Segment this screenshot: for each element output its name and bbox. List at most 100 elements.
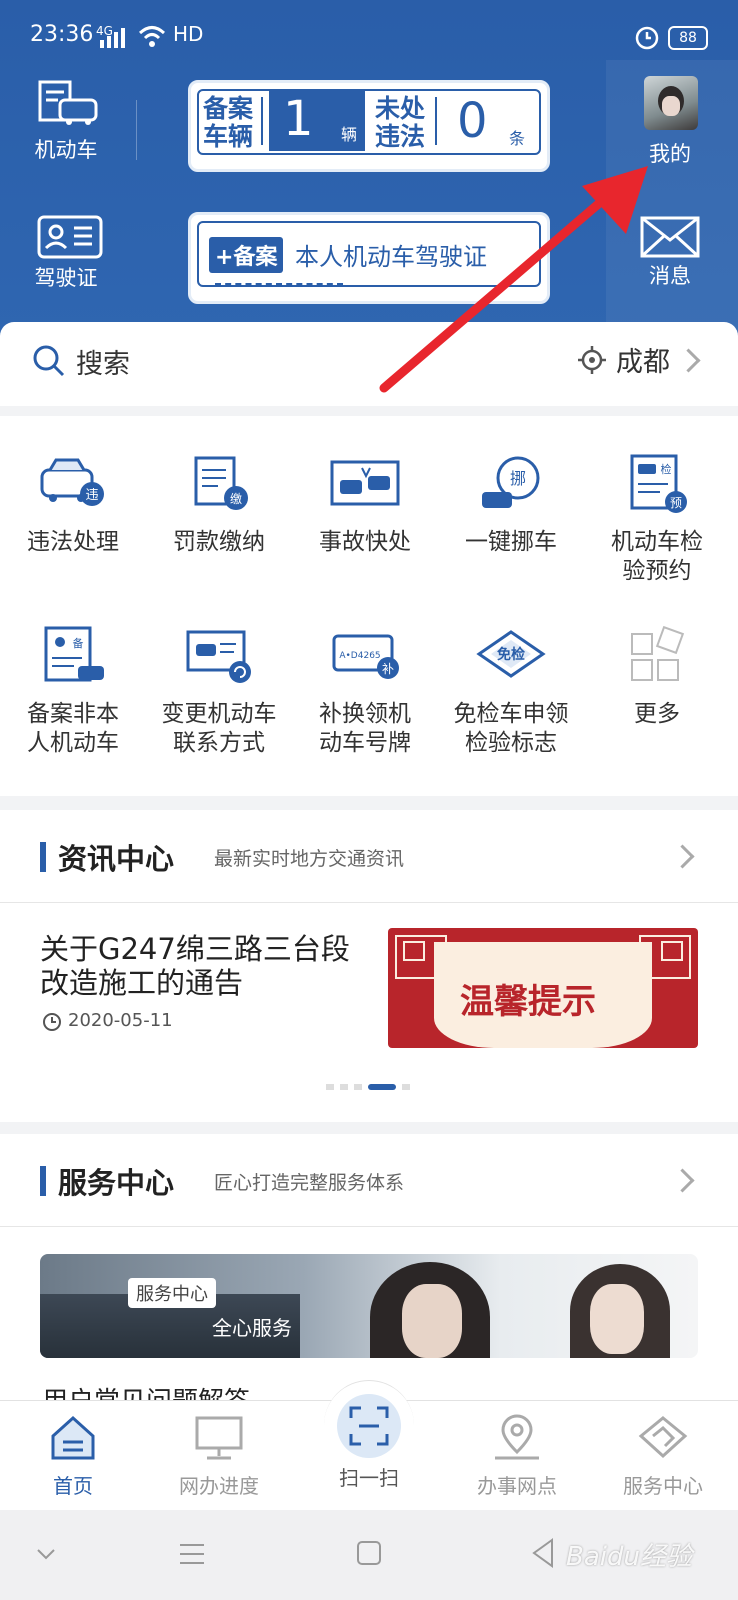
service-label: 免检车申领	[453, 701, 569, 727]
service-item-move-car[interactable]: 挪 一键挪车	[438, 454, 584, 557]
system-nav-bar: Baidu经验	[0, 1510, 738, 1600]
service-item-register-other[interactable]: 备 备案非本 人机动车	[0, 626, 146, 758]
violation-car-icon: 违	[40, 458, 104, 506]
wifi-icon	[138, 26, 166, 47]
home-square-icon[interactable]	[356, 1540, 382, 1566]
registered-label-2: 车辆	[203, 122, 254, 151]
register-badge: +备案	[209, 237, 284, 273]
move-car-icon: 挪	[482, 456, 540, 508]
move-badge: 挪	[510, 469, 526, 488]
news-subtitle[interactable]: 最新实时地方交通资讯	[214, 844, 404, 871]
tab-home[interactable]: 首页	[0, 1400, 146, 1499]
registered-label-1: 备案	[203, 94, 254, 123]
chevron-right-icon	[676, 348, 701, 373]
more-icon	[631, 625, 685, 681]
tab-outlets[interactable]: 办事网点	[444, 1400, 590, 1499]
watermark: Baidu经验	[566, 1542, 692, 1572]
news-banner[interactable]: 温馨提示	[388, 928, 698, 1048]
service-item-plate-replace[interactable]: A•D4265 补 补换领机 动车号牌	[292, 626, 438, 758]
plate-replace-icon: A•D4265 补	[332, 634, 399, 679]
hd-indicator: HD	[173, 22, 204, 46]
exempt-badge: 免检	[497, 646, 525, 663]
service-item-violation[interactable]: 违 违法处理	[0, 454, 146, 557]
violation-badge: 违	[85, 488, 98, 503]
tab-scan[interactable]: 扫一扫	[296, 1394, 442, 1491]
avatar	[644, 76, 698, 130]
service-label: 动车号牌	[319, 730, 411, 756]
vehicle-doc-icon	[38, 80, 98, 125]
clock-icon	[43, 1013, 61, 1031]
service-center-title: 服务中心	[58, 1166, 175, 1200]
news-article-title[interactable]: 关于G247绵三路三台段 改造施工的通告	[40, 932, 380, 1000]
service-center-section: 服务中心 匠心打造完整服务体系 服务中心 全心服务 用户常见问题解答	[0, 1134, 738, 1404]
tab-label: 网办进度	[179, 1474, 259, 1498]
inspect-badge-2: 预	[670, 496, 682, 510]
service-label: 一键挪车	[465, 529, 557, 555]
registered-count: 1	[283, 91, 314, 147]
service-grid: 违 违法处理 缴 罚款缴纳 事故快处 挪 一键挪车 检 预 机动车检 验预约 备…	[0, 416, 738, 796]
registered-count-box: 1 辆	[269, 89, 365, 151]
vehicle-summary-card[interactable]: 备案 车辆 1 辆 未处 违法 0 条	[188, 80, 550, 172]
menu-icon[interactable]	[178, 1542, 206, 1566]
tab-service-center[interactable]: 服务中心	[590, 1400, 736, 1499]
service-label: 验预约	[622, 558, 692, 584]
service-label: 违法处理	[27, 529, 119, 555]
license-label: 驾驶证	[34, 266, 98, 290]
fine-payment-icon: 缴	[194, 456, 248, 510]
vehicle-tile[interactable]: 机动车	[6, 78, 126, 188]
banner-text: 温馨提示	[460, 982, 596, 1022]
news-more-chevron-icon[interactable]	[670, 844, 695, 869]
service-label: 人机动车	[27, 730, 119, 756]
back-icon[interactable]	[530, 1538, 556, 1568]
license-tile[interactable]: 驾驶证	[6, 210, 126, 320]
banner-slogan: 全心服务	[212, 1316, 292, 1340]
handshake-icon	[638, 1416, 688, 1459]
news-date: 2020-05-11	[68, 1010, 173, 1031]
tab-label: 服务中心	[623, 1474, 703, 1498]
exempt-inspection-icon: 免检	[476, 630, 546, 678]
tab-progress[interactable]: 网办进度	[146, 1400, 292, 1499]
violation-label-2: 违法	[375, 122, 426, 151]
change-contact-icon	[186, 630, 251, 683]
violation-count: 0	[457, 93, 488, 149]
service-label: 机动车检	[611, 529, 703, 555]
red-arrow-annotation	[379, 166, 648, 393]
fine-badge: 缴	[230, 491, 242, 506]
service-item-accident[interactable]: 事故快处	[292, 454, 438, 557]
service-item-exempt[interactable]: 免检 免检车申领 检验标志	[438, 626, 584, 758]
banner-tag: 服务中心	[128, 1278, 216, 1308]
violation-label-1: 未处	[375, 94, 426, 123]
service-label: 联系方式	[173, 730, 265, 756]
service-more-chevron-icon[interactable]	[670, 1168, 695, 1193]
home-icon	[51, 1415, 95, 1460]
battery-indicator: 88	[668, 26, 708, 50]
search-input[interactable]: 搜索	[76, 342, 130, 381]
inspection-booking-icon: 检 预	[630, 454, 687, 513]
scan-icon	[349, 1406, 389, 1446]
service-item-fine[interactable]: 缴 罚款缴纳	[146, 454, 292, 557]
service-label: 罚款缴纳	[173, 529, 265, 555]
plate-badge: 补	[382, 662, 394, 676]
service-item-change-contact[interactable]: 变更机动车 联系方式	[146, 626, 292, 758]
registered-unit: 辆	[341, 125, 358, 144]
service-label: 事故快处	[319, 529, 411, 555]
register-badge-icon: 备	[73, 636, 84, 650]
location-icon	[495, 1414, 539, 1460]
service-label: 检验标志	[465, 730, 557, 756]
service-item-more[interactable]: 更多	[584, 625, 730, 729]
service-banner[interactable]: 服务中心 全心服务	[40, 1254, 698, 1358]
register-other-vehicle-icon: 备	[44, 626, 104, 682]
chevron-down-icon[interactable]	[36, 1548, 56, 1562]
monitor-icon	[195, 1416, 243, 1460]
alarm-icon	[635, 26, 659, 50]
inspect-badge: 检	[661, 462, 672, 476]
news-section: 资讯中心 最新实时地方交通资讯 关于G247绵三路三台段 改造施工的通告 202…	[0, 810, 738, 1122]
tab-label: 首页	[53, 1474, 93, 1498]
service-center-subtitle[interactable]: 匠心打造完整服务体系	[214, 1168, 404, 1195]
vehicle-label: 机动车	[34, 138, 98, 162]
service-label: 更多	[634, 701, 680, 727]
tab-label: 扫一扫	[339, 1466, 399, 1490]
service-item-inspection[interactable]: 检 预 机动车检 验预约	[584, 454, 730, 586]
violation-unit: 条	[509, 129, 526, 148]
status-time: 23:36	[30, 22, 94, 47]
